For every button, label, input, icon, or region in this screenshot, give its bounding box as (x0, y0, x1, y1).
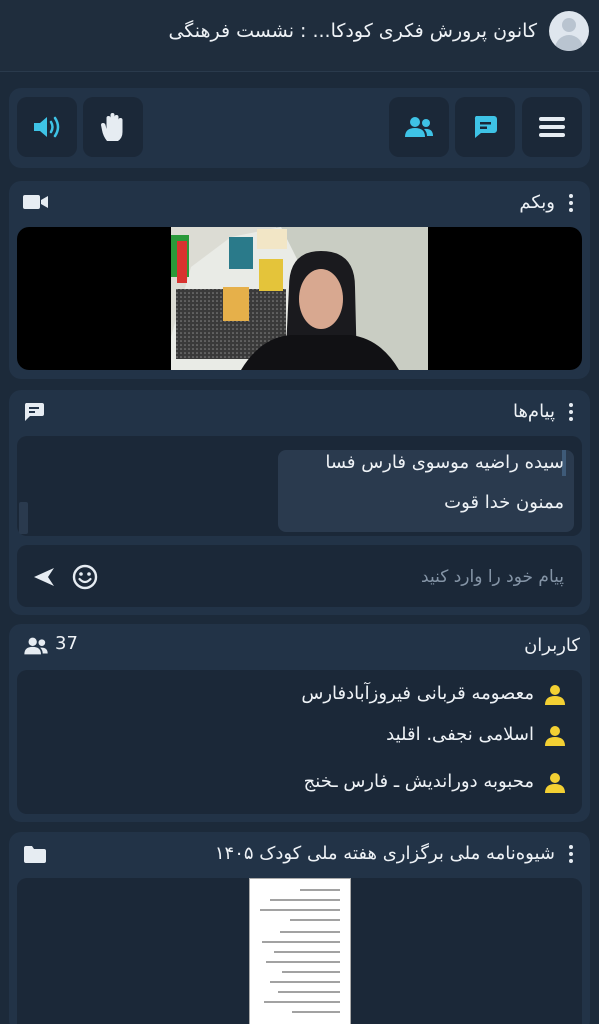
webcam-title: وبکم (519, 192, 555, 213)
user-item[interactable]: اسلامی نجفی. اقلید (17, 717, 582, 757)
video-area[interactable] (17, 227, 582, 370)
send-icon[interactable] (33, 567, 55, 587)
user-item[interactable]: محبوبه دوراندیش ـ فارس ـخنج (17, 764, 582, 804)
users-count: 37 (55, 633, 78, 654)
document-options-icon[interactable] (568, 845, 574, 863)
message-input-bar: پیام خود را وارد کنید (17, 545, 582, 607)
user-name: محبوبه دوراندیش ـ فارس ـخنج (303, 771, 534, 792)
webcam-options-icon[interactable] (568, 194, 574, 212)
users-panel: کاربران 37 معصومه قربانی فیروزآبادفارس ا… (9, 624, 590, 822)
menu-button[interactable] (522, 97, 582, 157)
webcam-panel: وبکم (9, 181, 590, 379)
message-list[interactable]: سیده راضیه موسوی فارس فسا ممنون خدا قوت (17, 436, 582, 536)
hamburger-icon (539, 117, 565, 137)
toolbar (9, 88, 590, 168)
chat-icon (474, 116, 497, 138)
speaker-icon (34, 116, 60, 138)
smiley-icon[interactable] (72, 564, 98, 590)
session-title: کانون پرورش فکری کودکا... : نشست فرهنگی (168, 20, 537, 42)
chat-button[interactable] (455, 97, 515, 157)
raise-hand-button[interactable] (83, 97, 143, 157)
user-icon (545, 685, 565, 705)
video-camera-icon (23, 195, 48, 209)
user-avatar-icon[interactable] (549, 11, 589, 51)
document-title: شیوه‌نامه ملی برگزاری هفته ملی کودک ۱۴۰۵ (214, 843, 555, 864)
message-sender: سیده راضیه موسوی فارس فسا (325, 452, 564, 473)
scrollbar[interactable] (19, 502, 28, 534)
document-page (249, 878, 351, 1024)
users-icon (405, 117, 433, 137)
user-item[interactable]: معصومه قربانی فیروزآبادفارس (17, 676, 582, 716)
top-bar: کانون پرورش فکری کودکا... : نشست فرهنگی (0, 0, 599, 72)
document-panel: شیوه‌نامه ملی برگزاری هفته ملی کودک ۱۴۰۵ (9, 832, 590, 1024)
webcam-video (171, 227, 428, 370)
folder-icon (24, 846, 46, 863)
speaker-button[interactable] (17, 97, 77, 157)
message-input[interactable]: پیام خود را وارد کنید (421, 567, 564, 587)
messages-title: پیام‌ها (512, 401, 555, 422)
message-bubble: سیده راضیه موسوی فارس فسا ممنون خدا قوت (278, 450, 574, 532)
messages-panel: پیام‌ها سیده راضیه موسوی فارس فسا ممنون … (9, 390, 590, 615)
user-icon (545, 773, 565, 793)
user-name: اسلامی نجفی. اقلید (386, 724, 534, 745)
messages-options-icon[interactable] (568, 403, 574, 421)
user-icon (545, 726, 565, 746)
users-title: کاربران (524, 635, 580, 656)
users-list[interactable]: معصومه قربانی فیروزآبادفارس اسلامی نجفی.… (17, 670, 582, 814)
users-button[interactable] (389, 97, 449, 157)
message-icon (24, 403, 44, 421)
hand-icon (101, 113, 123, 141)
document-viewer[interactable] (17, 878, 582, 1024)
user-name: معصومه قربانی فیروزآبادفارس (301, 683, 534, 704)
message-text: ممنون خدا قوت (444, 492, 564, 513)
users-count-icon (24, 637, 48, 655)
